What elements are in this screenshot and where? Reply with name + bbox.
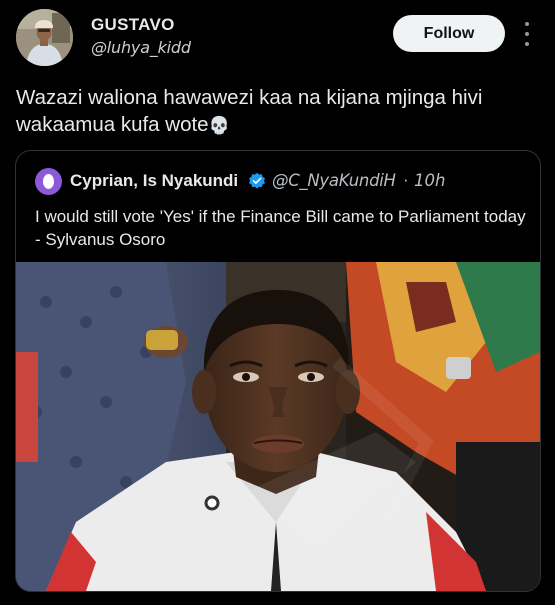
more-vertical-icon[interactable]: [520, 22, 534, 46]
quoted-tweet-card[interactable]: Cyprian, Is Nyakundi @C_NyaKundiH · 10h …: [15, 150, 541, 592]
author-avatar[interactable]: [16, 9, 73, 66]
author-handle[interactable]: @luhya_kidd: [91, 38, 191, 57]
quoted-author-avatar[interactable]: [35, 168, 62, 195]
quoted-tweet-text: I would still vote 'Yes' if the Finance …: [35, 207, 526, 249]
quoted-tweet-photo[interactable]: [16, 262, 540, 591]
skull-emoji-icon: 💀: [208, 116, 230, 136]
verified-badge-icon: [249, 172, 265, 189]
quoted-timestamp[interactable]: 10h: [414, 171, 445, 190]
tweet-text: Wazazi waliona hawawezi kaa na kijana mj…: [16, 84, 536, 140]
quoted-author-name[interactable]: Cyprian, Is Nyakundi: [70, 171, 238, 191]
quoted-author-handle[interactable]: @C_NyaKundiH: [272, 171, 396, 190]
author-name[interactable]: GUSTAVO: [91, 15, 175, 35]
tweet-body: Wazazi waliona hawawezi kaa na kijana mj…: [16, 86, 483, 136]
tweet-header: GUSTAVO @luhya_kidd Follow: [0, 0, 555, 72]
dot-separator: ·: [403, 170, 409, 189]
follow-button[interactable]: Follow: [393, 15, 505, 52]
